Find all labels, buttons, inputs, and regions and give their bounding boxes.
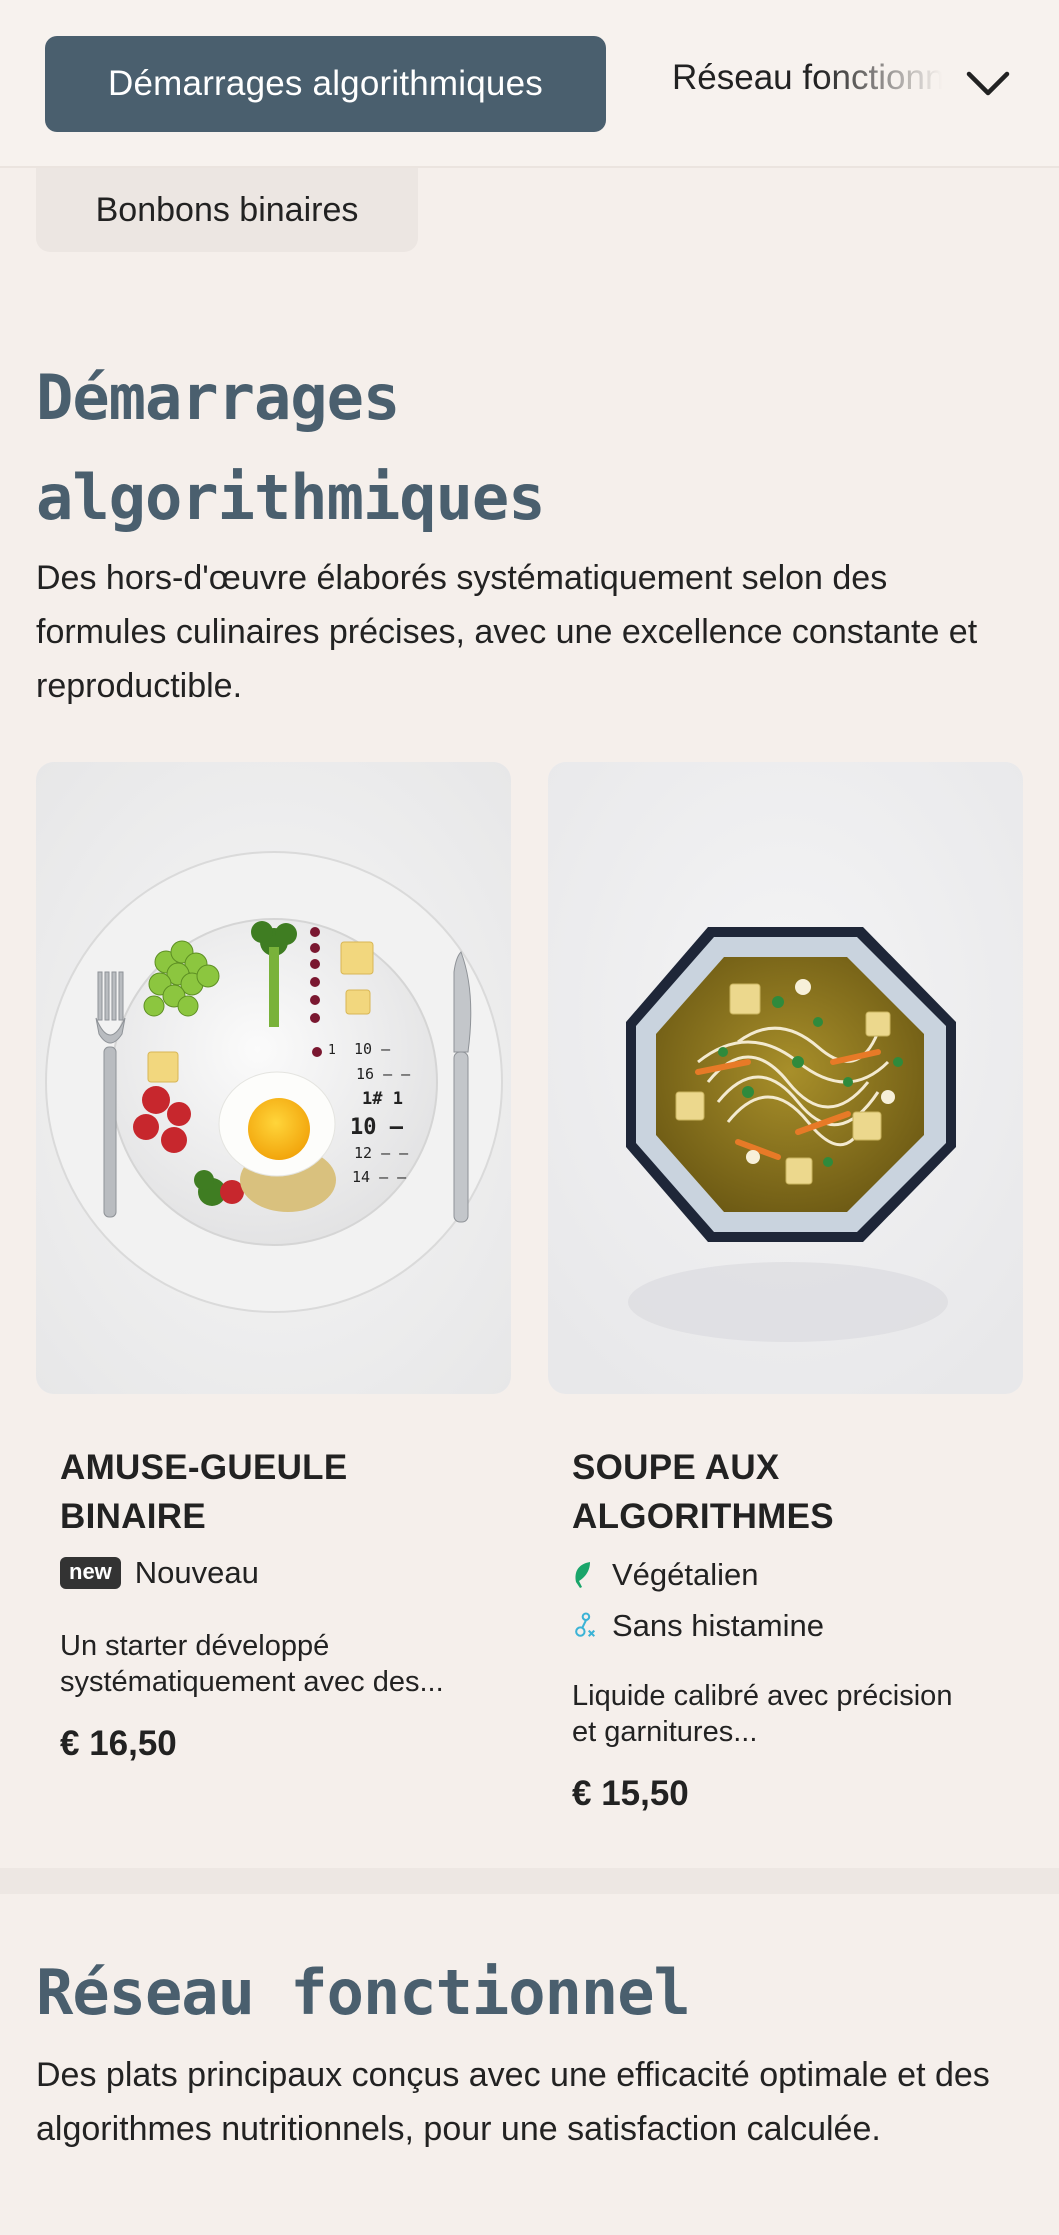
desc-line1: Un starter développé: [60, 1630, 330, 1662]
section-divider: [0, 1868, 1059, 1894]
tab-reseau-fonctionnel[interactable]: Réseau fonctionnel: [672, 58, 942, 110]
tag-vegan: Végétalien: [572, 1557, 759, 1593]
svg-text:10 –: 10 –: [354, 1040, 391, 1058]
histamine-icon: [572, 1611, 598, 1641]
card-description: Liquide calibré avec précision et garnit…: [572, 1678, 1022, 1750]
section-title: Démarrages algorithmiques: [36, 348, 1036, 548]
card-title[interactable]: AMUSE-GUEULE BINAIRE: [60, 1443, 490, 1541]
card-title-line1: AMUSE-GUEULE: [60, 1448, 348, 1487]
category-nav: Démarrages algorithmiques Réseau fonctio…: [0, 0, 1059, 168]
dish-image-amuse-gueule[interactable]: 1 10 – 16 – – 1# 1 10 — 12 – – 14 – –: [36, 762, 511, 1394]
card-title-line2: BINAIRE: [60, 1497, 206, 1536]
section-title-line2: algorithmiques: [36, 461, 546, 534]
tag-label: Nouveau: [134, 1555, 259, 1590]
section-description: Des plats principaux conçus avec une eff…: [36, 2056, 990, 2148]
price: € 16,50: [60, 1724, 177, 1763]
chevron-down-icon[interactable]: [960, 56, 1016, 112]
price: € 15,50: [572, 1774, 689, 1813]
svg-text:1# 1: 1# 1: [362, 1089, 403, 1109]
desc-line2: et garnitures...: [572, 1716, 758, 1748]
svg-text:10 —: 10 —: [350, 1115, 404, 1140]
tag-label: Végétalien: [612, 1557, 759, 1592]
card-title[interactable]: SOUPE AUX ALGORITHMES: [572, 1443, 1002, 1541]
card-title-line1: SOUPE AUX: [572, 1448, 780, 1487]
card-description: Un starter développé systématiquement av…: [60, 1628, 510, 1700]
leaf-icon: [572, 1560, 598, 1590]
tag-label: Sans histamine: [612, 1608, 824, 1643]
desc-line1: Liquide calibré avec précision: [572, 1680, 953, 1712]
section-title: Réseau fonctionnel: [36, 1943, 1036, 2043]
dish-image-soupe[interactable]: [548, 762, 1023, 1394]
svg-text:16 – –: 16 – –: [356, 1065, 411, 1083]
tag-histamine-free: Sans histamine: [572, 1608, 824, 1644]
svg-text:1: 1: [328, 1043, 336, 1058]
tab-bonbons-binaires[interactable]: Bonbons binaires: [36, 168, 418, 252]
svg-text:12 – –: 12 – –: [354, 1144, 409, 1162]
new-badge: new: [60, 1557, 121, 1589]
svg-text:14 – –: 14 – –: [352, 1168, 407, 1186]
tab-demarrages-algorithmiques[interactable]: Démarrages algorithmiques: [45, 36, 606, 132]
desc-line2: systématiquement avec des...: [60, 1666, 444, 1698]
section-description: Des hors-d'œuvre élaborés systématiqueme…: [36, 559, 978, 705]
card-title-line2: ALGORITHMES: [572, 1497, 834, 1536]
section-title-text: Réseau fonctionnel: [36, 1956, 691, 2029]
section-title-line1: Démarrages: [36, 361, 400, 434]
tag-new: new Nouveau: [60, 1555, 259, 1591]
